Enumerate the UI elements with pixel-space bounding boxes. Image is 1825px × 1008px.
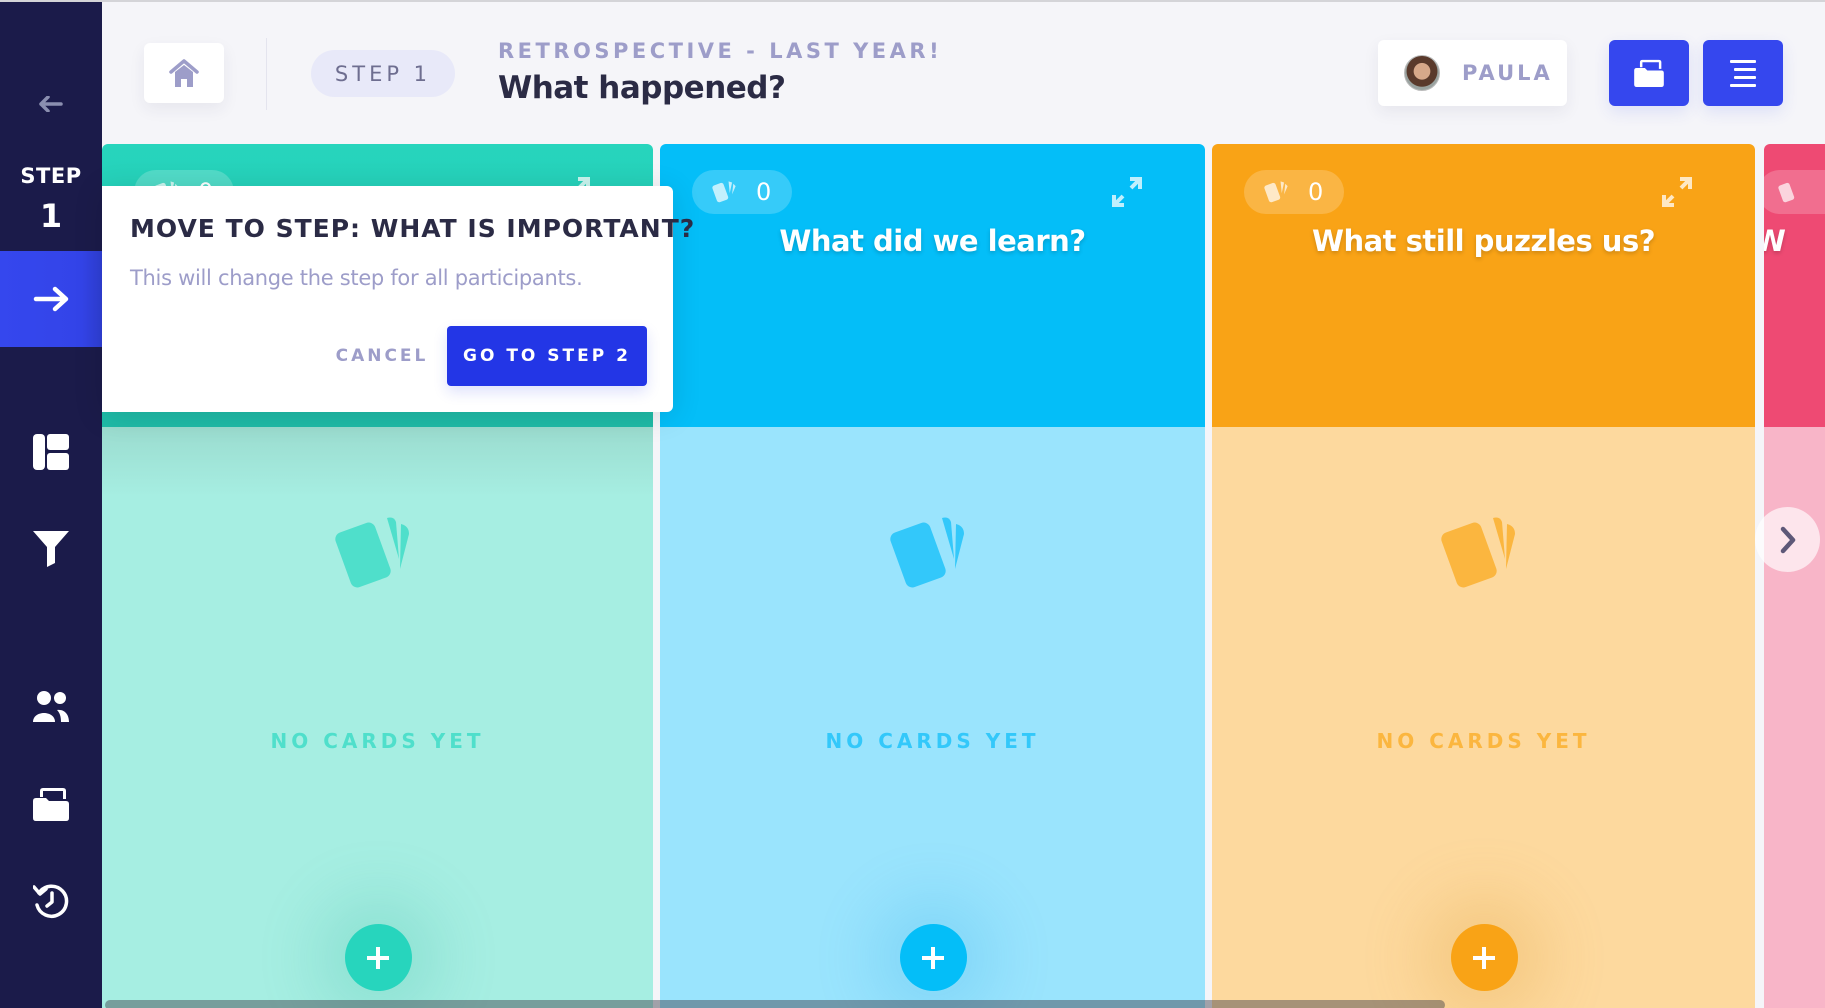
card-count-badge: 0 — [1244, 170, 1344, 214]
sidebar-step-number: 1 — [39, 197, 63, 235]
avatar — [1404, 55, 1440, 91]
empty-state-text: NO CARDS YET — [270, 729, 485, 753]
column-what-still-puzzles-us: 0 What still puzzles us? NO CARDS YET — [1212, 144, 1755, 1008]
filter-icon — [33, 531, 69, 567]
home-button[interactable] — [144, 43, 224, 103]
empty-state-text: NO CARDS YET — [825, 729, 1040, 753]
plus-icon — [922, 946, 944, 969]
next-step-button[interactable] — [0, 251, 102, 347]
header-divider — [266, 38, 267, 110]
expand-icon — [1662, 177, 1692, 207]
card-count: 0 — [1308, 178, 1324, 206]
sidebar-step-label: STEP — [20, 164, 82, 188]
folder-open-icon — [33, 788, 69, 821]
home-icon — [169, 59, 199, 87]
move-step-dialog: MOVE TO STEP: WHAT IS IMPORTANT? This wi… — [102, 186, 694, 412]
expand-icon — [1112, 177, 1142, 207]
horizontal-scrollbar[interactable] — [105, 1000, 1445, 1008]
back-button[interactable] — [0, 86, 102, 122]
folder-open-icon — [1634, 59, 1664, 87]
sidebar-item-filter[interactable] — [0, 524, 102, 574]
user-name: PAULA — [1462, 61, 1553, 85]
cards-icon — [1440, 517, 1515, 588]
column-partial: W — [1764, 144, 1825, 1008]
sidebar-item-history[interactable] — [0, 876, 102, 926]
cards-icon — [334, 517, 409, 588]
dialog-title: MOVE TO STEP: WHAT IS IMPORTANT? — [130, 214, 696, 243]
column-header: 0 What still puzzles us? — [1212, 144, 1755, 427]
sidebar-item-participants[interactable] — [0, 682, 102, 732]
add-card-button[interactable] — [899, 924, 967, 991]
history-icon — [33, 884, 69, 918]
arrow-left-icon — [39, 96, 63, 112]
add-card-button[interactable] — [1450, 924, 1518, 991]
column-header: W — [1764, 144, 1825, 427]
cards-icon — [712, 181, 736, 203]
user-profile-button[interactable]: PAULA — [1378, 40, 1567, 106]
go-to-step-button[interactable]: GO TO STEP 2 — [447, 326, 647, 386]
card-count-badge: 0 — [692, 170, 792, 214]
empty-state-text: NO CARDS YET — [1376, 729, 1591, 753]
cards-icon — [1778, 182, 1795, 203]
column-title: What did we learn? — [779, 224, 1086, 258]
column-title: What still puzzles us? — [1311, 224, 1656, 258]
retrospective-name: RETROSPECTIVE - LAST YEAR! — [498, 39, 943, 63]
page-title: What happened? — [498, 70, 786, 106]
column-title: W — [1764, 224, 1786, 258]
menu-icon — [1730, 60, 1756, 87]
chevron-right-icon — [1780, 526, 1795, 553]
cards-icon — [889, 517, 964, 588]
add-card-button[interactable] — [344, 924, 412, 991]
open-folder-button[interactable] — [1609, 40, 1689, 106]
card-count-badge — [1764, 170, 1825, 214]
plus-icon — [1473, 946, 1495, 969]
users-icon — [33, 691, 69, 722]
arrow-right-icon — [33, 286, 69, 312]
card-count: 0 — [756, 178, 772, 206]
menu-button[interactable] — [1703, 40, 1783, 106]
sidebar: STEP 1 — [0, 2, 102, 1008]
sidebar-item-open-folder[interactable] — [0, 779, 102, 829]
scroll-right-button[interactable] — [1755, 507, 1820, 572]
cancel-button[interactable]: CANCEL — [312, 326, 452, 386]
expand-column-button[interactable] — [1659, 174, 1695, 210]
dialog-message: This will change the step for all partic… — [130, 266, 583, 290]
column-what-did-we-learn: 0 What did we learn? NO CARDS YET — [660, 144, 1205, 1008]
step-badge: STEP 1 — [311, 50, 455, 97]
plus-icon — [367, 946, 389, 969]
expand-column-button[interactable] — [1109, 174, 1145, 210]
cards-icon — [1264, 181, 1288, 203]
layout-icon — [33, 434, 69, 470]
sidebar-item-board-layout[interactable] — [0, 427, 102, 477]
column-header: 0 What did we learn? — [660, 144, 1205, 427]
